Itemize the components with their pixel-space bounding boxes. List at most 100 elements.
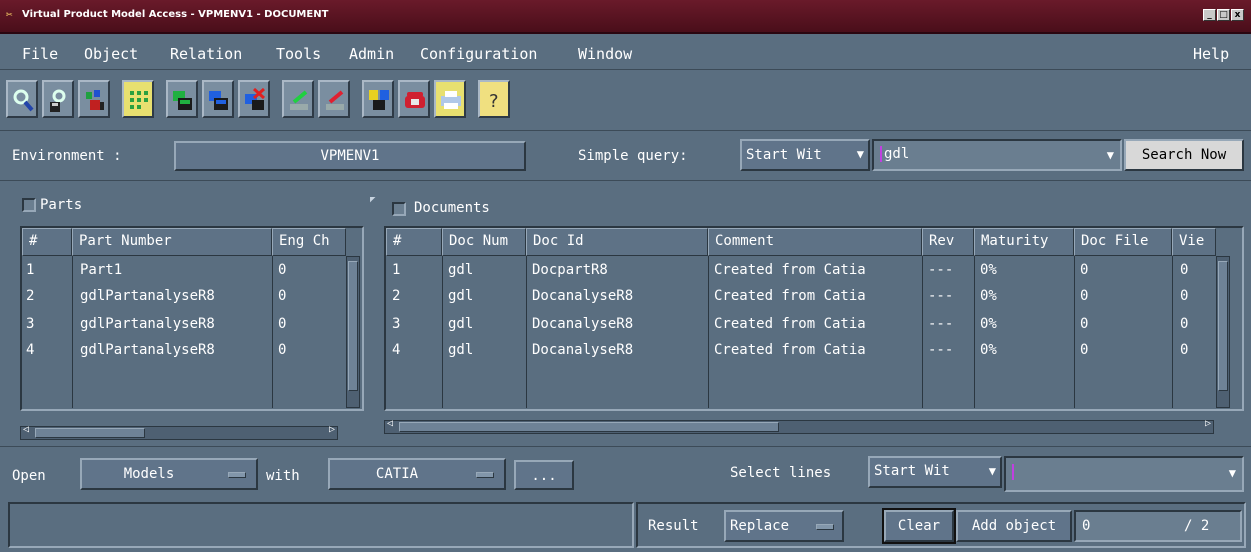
parts-col-eng-change[interactable]: Eng Ch <box>272 228 346 256</box>
menu-relation[interactable]: Relation <box>170 45 242 63</box>
part-number: Part1 <box>80 262 123 278</box>
add-object-label: Add object <box>971 518 1057 534</box>
docs-col-maturity[interactable]: Maturity <box>974 228 1074 256</box>
doc-file: 0 <box>1080 316 1089 332</box>
comment: Created from Catia <box>714 262 866 278</box>
chevron-down-icon[interactable]: ▼ <box>1107 148 1114 162</box>
chevron-down-icon: ▼ <box>856 147 864 161</box>
compare-icon[interactable] <box>362 80 394 118</box>
scroll-right-arrow-icon[interactable]: ▷ <box>1205 418 1211 429</box>
doc-num: gdl <box>448 262 474 278</box>
result-mode-value: Replace <box>730 518 790 534</box>
help-icon[interactable]: ? <box>478 80 510 118</box>
result-label: Result <box>648 518 699 534</box>
menu-file[interactable]: File <box>22 45 58 63</box>
documents-horizontal-scrollbar[interactable]: ▷ ◁ <box>384 418 1214 434</box>
parts-col-part-number[interactable]: Part Number <box>72 228 272 256</box>
docs-col-doc-file[interactable]: Doc File <box>1074 228 1172 256</box>
grid-icon[interactable] <box>122 80 154 118</box>
column-separator <box>72 256 73 408</box>
maturity: 0% <box>980 288 997 304</box>
scroll-right-arrow-icon[interactable]: ▷ <box>329 424 335 435</box>
clear-button[interactable]: Clear <box>882 508 956 544</box>
row-index: 2 <box>392 288 401 304</box>
menu-tools[interactable]: Tools <box>276 45 321 63</box>
add-object-button[interactable]: Add object <box>956 510 1072 542</box>
chevron-down-icon: ▼ <box>988 464 996 478</box>
menu-help[interactable]: Help <box>1193 45 1229 63</box>
row-index: 2 <box>26 288 35 304</box>
docs-col-doc-num[interactable]: Doc Num <box>442 228 526 256</box>
parts-vertical-scrollbar[interactable] <box>346 256 360 408</box>
result-mode-option-menu[interactable]: Replace <box>724 510 844 542</box>
divider <box>0 180 1251 181</box>
count-value: 0 <box>1082 518 1091 534</box>
scroll-thumb[interactable] <box>35 428 145 438</box>
parts-horizontal-scrollbar[interactable]: ▷ ◁ <box>20 424 338 440</box>
docs-col-comment[interactable]: Comment <box>708 228 922 256</box>
scroll-thumb[interactable] <box>1218 261 1228 391</box>
query-input[interactable]: gdl ▼ <box>872 139 1122 171</box>
close-button[interactable]: x <box>1231 9 1244 21</box>
parts-checkbox[interactable] <box>22 198 36 212</box>
environment-field[interactable]: VPMENV1 <box>174 141 526 171</box>
row-index: 1 <box>26 262 35 278</box>
doc-id: DocanalyseR8 <box>532 316 634 332</box>
documents-vertical-scrollbar[interactable] <box>1216 256 1230 408</box>
select-lines-input[interactable]: ▼ <box>1004 456 1244 492</box>
doc-id: DocanalyseR8 <box>532 342 634 358</box>
docs-col-index[interactable]: # <box>386 228 442 256</box>
phone-icon[interactable] <box>398 80 430 118</box>
models-value: Models <box>123 466 175 482</box>
row-index: 4 <box>26 342 35 358</box>
count-field[interactable]: 0 / 2 <box>1074 510 1242 542</box>
window-title: Virtual Product Model Access - VPMENV1 -… <box>22 9 329 20</box>
column-separator <box>974 256 975 408</box>
doc-file: 0 <box>1080 262 1089 278</box>
eng-change: 0 <box>278 288 287 304</box>
models-option-menu[interactable]: Models <box>80 458 258 490</box>
query-mode-dropdown[interactable]: Start Wit ▼ <box>740 139 870 171</box>
search-save-icon[interactable] <box>42 80 74 118</box>
part-number: gdlPartanalyseR8 <box>80 288 215 304</box>
green-check-icon[interactable] <box>282 80 314 118</box>
column-separator <box>272 256 273 408</box>
delete-tree-icon[interactable] <box>238 80 270 118</box>
comment: Created from Catia <box>714 316 866 332</box>
users-icon[interactable] <box>78 80 110 118</box>
red-edit-icon[interactable] <box>318 80 350 118</box>
column-separator <box>526 256 527 408</box>
tree-icon[interactable] <box>166 80 198 118</box>
scroll-left-arrow-icon[interactable]: ◁ <box>23 424 29 435</box>
maximize-button[interactable]: □ <box>1217 9 1230 21</box>
column-separator <box>922 256 923 408</box>
query-value: gdl <box>880 146 910 162</box>
doc-file: 0 <box>1080 342 1089 358</box>
environment-value: VPMENV1 <box>320 148 380 164</box>
menu-configuration[interactable]: Configuration <box>420 45 537 63</box>
doc-num: gdl <box>448 342 474 358</box>
documents-checkbox[interactable] <box>392 202 406 216</box>
print-icon[interactable] <box>434 80 466 118</box>
docs-col-view[interactable]: Vie <box>1172 228 1216 256</box>
parts-col-index[interactable]: # <box>22 228 72 256</box>
search-now-button[interactable]: Search Now <box>1124 139 1244 171</box>
chevron-down-icon[interactable]: ▼ <box>1229 466 1236 480</box>
scroll-thumb[interactable] <box>348 261 358 391</box>
expand-tree-icon[interactable] <box>202 80 234 118</box>
more-options-button[interactable]: ... <box>514 460 574 490</box>
search-icon[interactable] <box>6 80 38 118</box>
menu-window[interactable]: Window <box>578 45 632 63</box>
menu-admin[interactable]: Admin <box>349 45 394 63</box>
minimize-button[interactable]: _ <box>1203 9 1216 21</box>
scroll-left-arrow-icon[interactable]: ◁ <box>387 418 393 429</box>
application-option-menu[interactable]: CATIA <box>328 458 506 490</box>
menu-object[interactable]: Object <box>84 45 138 63</box>
select-mode-dropdown[interactable]: Start Wit ▼ <box>868 456 1002 488</box>
environment-label: Environment : <box>12 148 122 164</box>
docs-col-rev[interactable]: Rev <box>922 228 974 256</box>
scroll-thumb[interactable] <box>399 422 779 432</box>
sash-icon[interactable]: ◤ <box>370 195 375 205</box>
option-menu-indicator <box>816 524 834 530</box>
docs-col-doc-id[interactable]: Doc Id <box>526 228 708 256</box>
